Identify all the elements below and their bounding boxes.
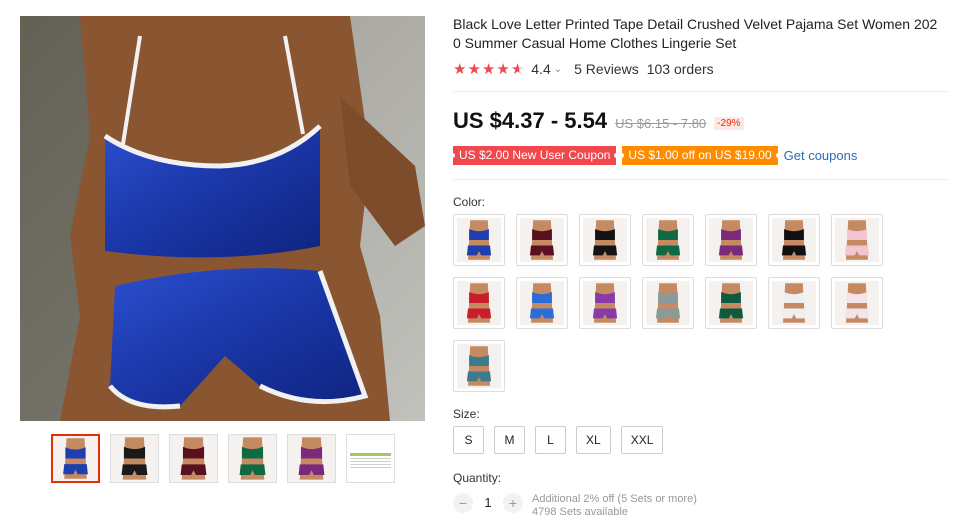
divider: [453, 179, 948, 180]
stock-available: 4798 Sets available: [532, 506, 629, 518]
original-price: US $6.15 - 7.80: [615, 116, 707, 131]
color-swatch[interactable]: [579, 214, 631, 266]
quantity-label: Quantity:: [453, 471, 502, 485]
color-swatch[interactable]: [516, 214, 568, 266]
rating-row: ★ ★ ★ ★ ★ 4.4 ⌄ 5 Reviews 103 orders: [453, 60, 714, 78]
size-option-m[interactable]: M: [494, 426, 525, 454]
reviews-link[interactable]: 5 Reviews: [574, 61, 639, 77]
color-swatch[interactable]: [768, 277, 820, 329]
color-swatch[interactable]: [453, 340, 505, 392]
outfit-preview-icon: [646, 281, 690, 325]
outfit-preview-icon: [835, 281, 879, 325]
gallery-thumbnail[interactable]: [169, 434, 218, 483]
color-swatch[interactable]: [516, 277, 568, 329]
outfit-preview-icon: [772, 281, 816, 325]
outfit-preview-icon: [520, 218, 564, 262]
color-swatch[interactable]: [705, 214, 757, 266]
color-swatch[interactable]: [705, 277, 757, 329]
outfit-preview-icon: [288, 435, 335, 482]
size-option-xl[interactable]: XL: [576, 426, 611, 454]
star-icon: ★: [496, 60, 510, 78]
coupon-row: US $2.00 New User Coupon US $1.00 off on…: [449, 146, 858, 165]
outfit-preview-icon: [646, 218, 690, 262]
gallery-thumbnail[interactable]: [287, 434, 336, 483]
quantity-input[interactable]: 1: [473, 493, 503, 513]
outfit-preview-icon: [170, 435, 217, 482]
quantity-info: Additional 2% off (5 Sets or more) 4798 …: [532, 493, 697, 519]
get-coupons-link[interactable]: Get coupons: [784, 148, 858, 163]
new-user-coupon[interactable]: US $2.00 New User Coupon: [449, 146, 620, 165]
gallery-thumbnail[interactable]: [346, 434, 395, 483]
color-swatch[interactable]: [642, 277, 694, 329]
outfit-preview-icon: [583, 218, 627, 262]
outfit-preview-icon: [709, 218, 753, 262]
discount-badge: -29%: [714, 117, 744, 130]
outfit-preview-icon: [111, 435, 158, 482]
outfit-preview-icon: [457, 218, 501, 262]
star-half-icon: ★: [510, 60, 525, 78]
star-icon: ★: [481, 60, 496, 78]
quantity-decrease-button[interactable]: −: [453, 493, 473, 513]
outfit-preview-icon: [457, 281, 501, 325]
color-swatch[interactable]: [642, 214, 694, 266]
star-icon: ★: [453, 60, 467, 78]
gallery-thumbnail[interactable]: [110, 434, 159, 483]
product-title: Black Love Letter Printed Tape Detail Cr…: [453, 16, 938, 51]
gallery-thumbnail[interactable]: [228, 434, 277, 483]
store-coupon[interactable]: US $1.00 off on US $19.00: [619, 146, 781, 165]
color-label: Color:: [453, 195, 486, 209]
gallery-thumbnail[interactable]: [51, 434, 100, 483]
bulk-discount-note: Additional 2% off (5 Sets or more): [532, 493, 697, 505]
outfit-preview-icon: [772, 218, 816, 262]
color-swatch[interactable]: [453, 277, 505, 329]
price: US $4.37 - 5.54: [453, 108, 608, 133]
main-product-image[interactable]: [20, 16, 425, 421]
outfit-preview-icon: [709, 281, 753, 325]
color-swatch[interactable]: [831, 214, 883, 266]
size-options: S M L XL XXL: [453, 426, 664, 454]
outfit-preview-icon: [53, 436, 98, 481]
orders-count: 103 orders: [646, 61, 714, 77]
rating-value[interactable]: 4.4: [531, 61, 550, 77]
outfit-preview-icon: [583, 281, 627, 325]
outfit-preview-icon: [520, 281, 564, 325]
size-option-xxl[interactable]: XXL: [620, 426, 664, 454]
divider: [453, 91, 948, 92]
thumbnail-strip: [51, 434, 395, 483]
quantity-stepper: − 1 + Additional 2% off (5 Sets or more)…: [453, 493, 697, 519]
color-swatches: [453, 214, 893, 392]
star-icon: ★: [467, 60, 481, 78]
size-label: Size:: [453, 407, 480, 421]
size-chart-icon: [350, 453, 391, 468]
outfit-preview-icon: [457, 344, 501, 388]
chevron-down-icon[interactable]: ⌄: [554, 64, 562, 75]
outfit-preview-icon: [229, 435, 276, 482]
price-row: US $4.37 - 5.54 US $6.15 - 7.80 -29%: [453, 108, 744, 134]
size-option-s[interactable]: S: [453, 426, 484, 454]
rating-stars: ★ ★ ★ ★ ★: [453, 62, 524, 77]
color-swatch[interactable]: [831, 277, 883, 329]
color-swatch[interactable]: [768, 214, 820, 266]
outfit-preview-icon: [835, 218, 879, 262]
quantity-increase-button[interactable]: +: [503, 493, 523, 513]
color-swatch[interactable]: [579, 277, 631, 329]
size-option-l[interactable]: L: [535, 426, 566, 454]
product-photo: [20, 16, 425, 421]
color-swatch[interactable]: [453, 214, 505, 266]
